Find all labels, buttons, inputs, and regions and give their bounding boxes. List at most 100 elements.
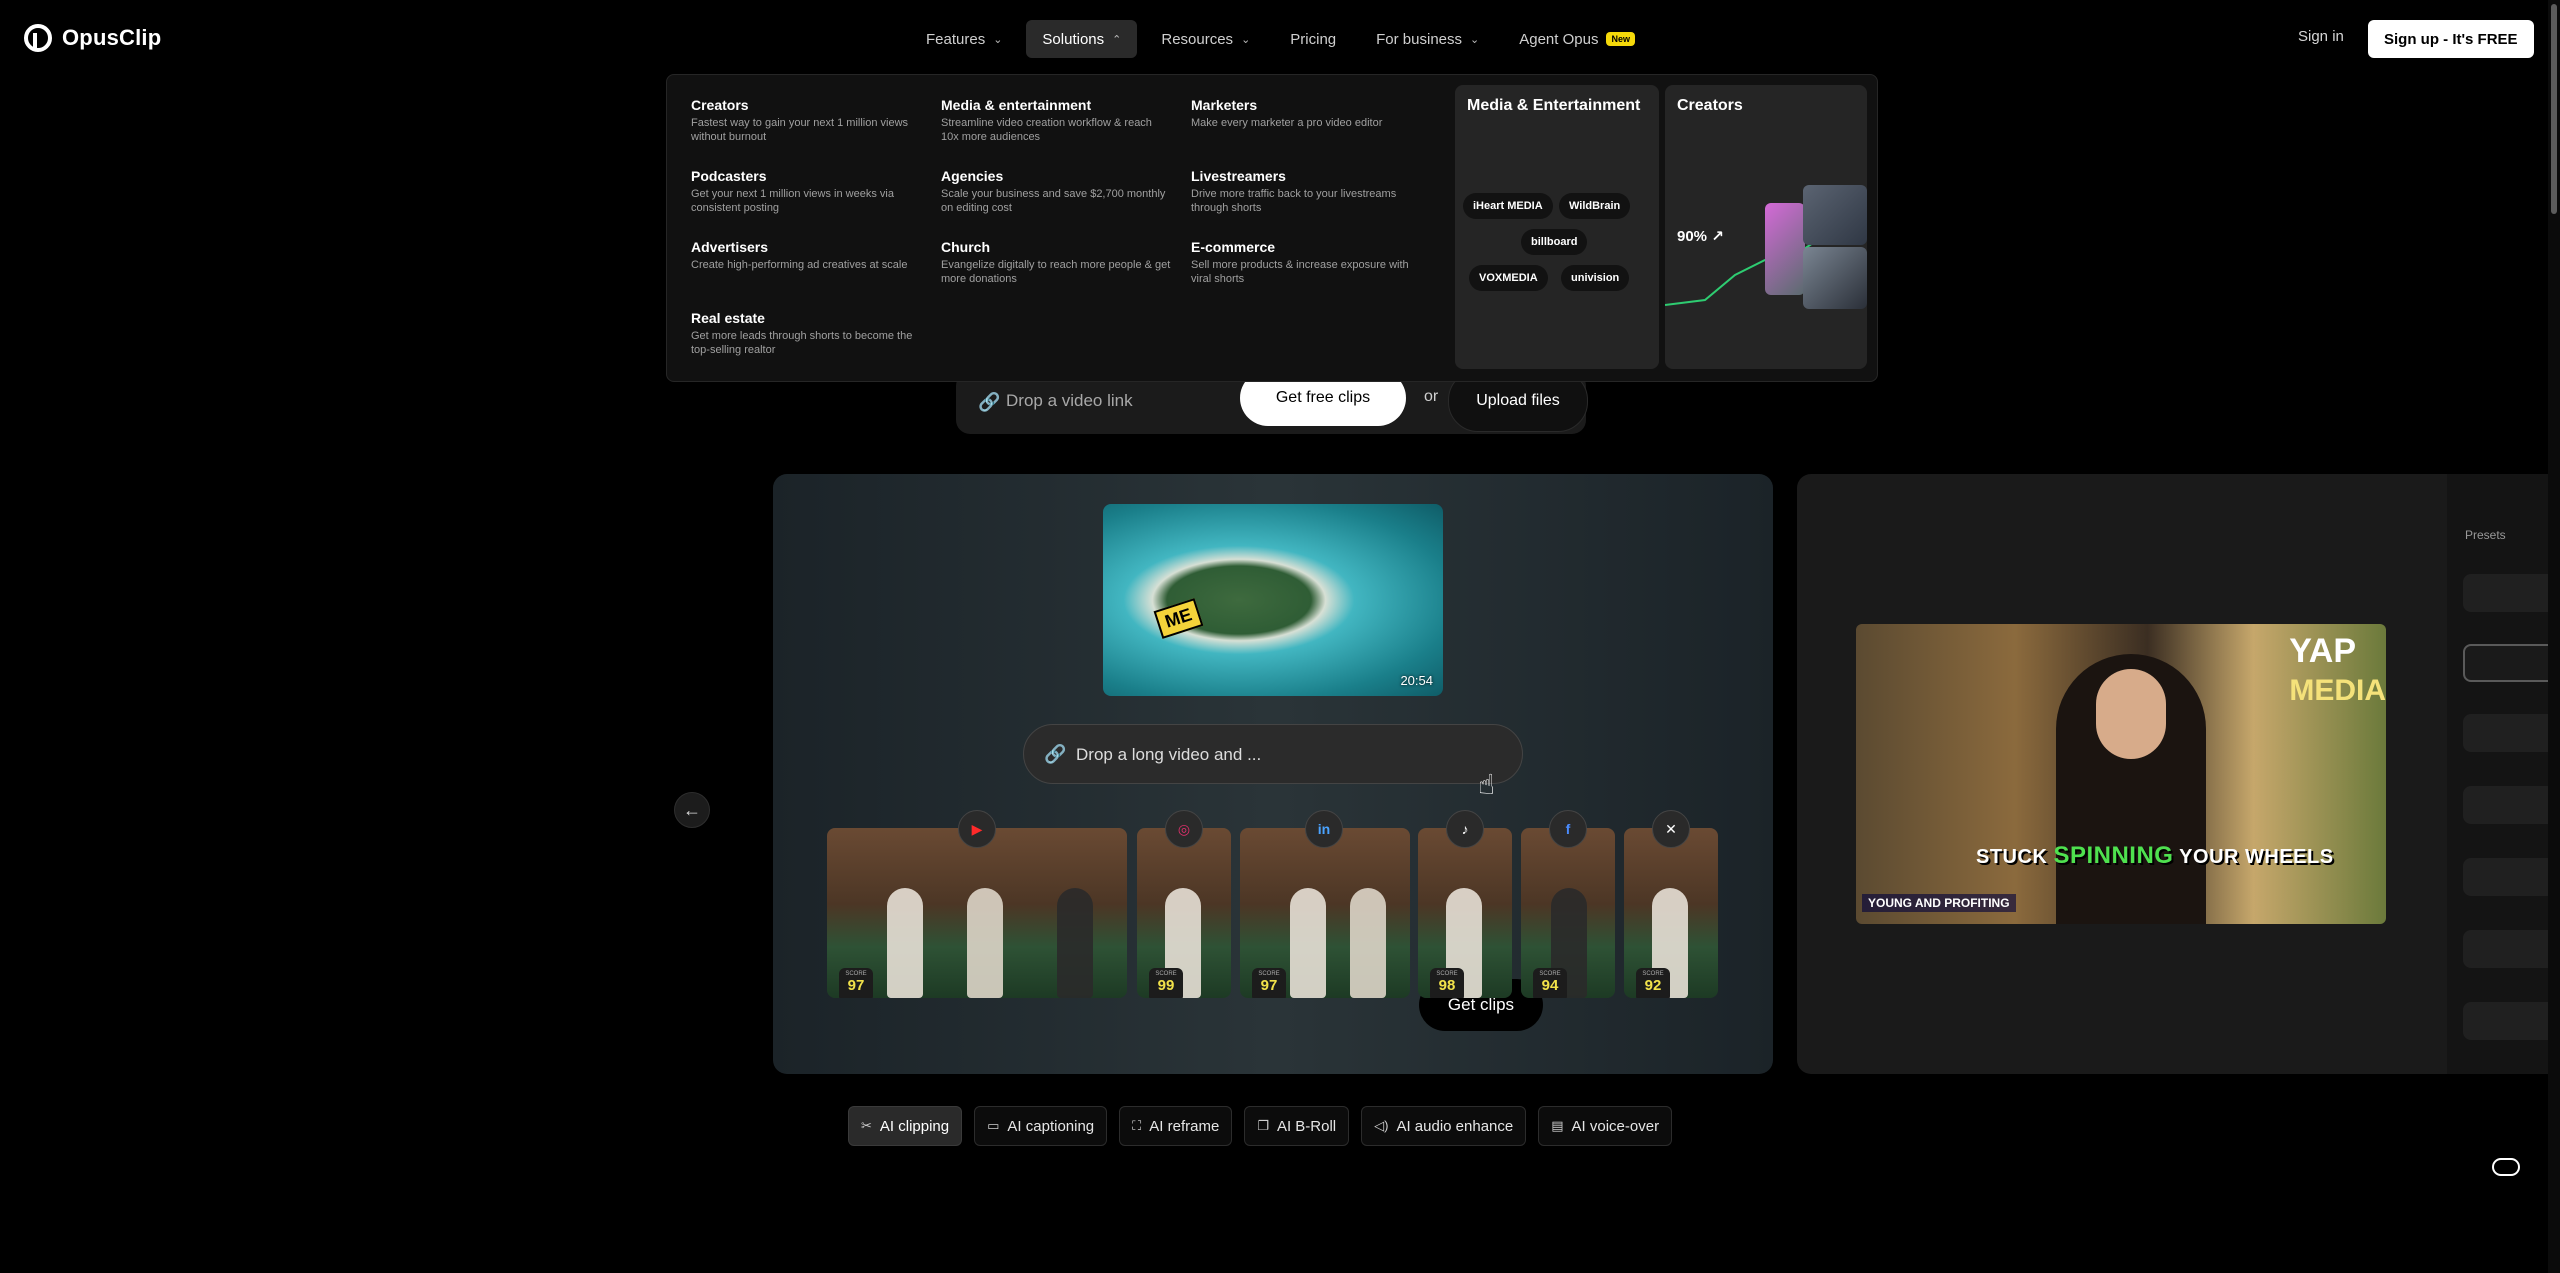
menu-item-podcasters[interactable]: Podcasters Get your next 1 million views… bbox=[691, 168, 941, 239]
nav-pricing-label: Pricing bbox=[1290, 30, 1337, 48]
arrow-left-icon: ← bbox=[683, 799, 701, 820]
creator-photo bbox=[1765, 203, 1805, 295]
nav-for-business[interactable]: For business ⌄ bbox=[1360, 20, 1495, 58]
solutions-dropdown: Creators Fastest way to gain your next 1… bbox=[666, 74, 1878, 382]
video-caption: STUCK SPINNING YOUR WHEELS bbox=[1976, 842, 2334, 870]
menu-item-desc: Fastest way to gain your next 1 million … bbox=[691, 117, 909, 143]
or-separator: or bbox=[1424, 388, 1439, 405]
menu-item-livestreamers[interactable]: Livestreamers Drive more traffic back to… bbox=[1191, 168, 1441, 239]
presets-label: Presets bbox=[2465, 528, 2506, 542]
chat-support-icon[interactable] bbox=[2492, 1158, 2520, 1176]
opusclip-logo[interactable]: OpusClip bbox=[24, 24, 161, 52]
site-header: OpusClip Features ⌄ Solutions ⌃ Resource… bbox=[0, 0, 2560, 76]
score-value: 99 bbox=[1157, 977, 1175, 994]
preset-option[interactable] bbox=[2463, 1002, 2560, 1040]
sign-in-link[interactable]: Sign in bbox=[2298, 28, 2344, 45]
tab-label: AI clipping bbox=[879, 1117, 950, 1135]
menu-item-title: Advertisers bbox=[691, 239, 769, 255]
menu-item-marketers[interactable]: Marketers Make every marketer a pro vide… bbox=[1191, 97, 1441, 168]
opusclip-logo-icon bbox=[24, 24, 52, 52]
chevron-down-icon: ⌄ bbox=[1470, 33, 1480, 46]
menu-item-title: Church bbox=[941, 239, 990, 255]
menu-item-title: E-commerce bbox=[1191, 239, 1276, 255]
preset-option[interactable] bbox=[2463, 930, 2560, 968]
clip-person bbox=[1350, 888, 1386, 998]
clip-card[interactable]: SCORE 98 bbox=[1418, 828, 1512, 998]
facebook-icon: f bbox=[1549, 810, 1587, 848]
score-label: SCORE bbox=[1155, 971, 1177, 977]
score-label: SCORE bbox=[1436, 971, 1458, 977]
menu-item-church[interactable]: Church Evangelize digitally to reach mor… bbox=[941, 239, 1191, 310]
tab-ai-captioning[interactable]: ▭ AI captioning bbox=[974, 1106, 1108, 1146]
menu-item-agencies[interactable]: Agencies Scale your business and save $2… bbox=[941, 168, 1191, 239]
tab-label: AI audio enhance bbox=[1396, 1117, 1514, 1135]
score-value: 92 bbox=[1644, 977, 1662, 994]
preset-option[interactable] bbox=[2463, 574, 2560, 612]
menu-item-title: Real estate bbox=[691, 310, 765, 326]
solutions-menu-grid: Creators Fastest way to gain your next 1… bbox=[691, 97, 1433, 381]
scrollbar-thumb[interactable] bbox=[2551, 4, 2557, 214]
virality-score: SCORE 97 bbox=[1252, 968, 1286, 998]
clip-person bbox=[1057, 888, 1093, 998]
menu-item-media[interactable]: Media & entertainment Streamline video c… bbox=[941, 97, 1191, 168]
tab-label: AI reframe bbox=[1149, 1117, 1220, 1135]
preset-option[interactable] bbox=[2463, 858, 2560, 896]
clip-card[interactable]: SCORE 92 bbox=[1624, 828, 1718, 998]
tab-ai-audio-enhance[interactable]: ◁) AI audio enhance bbox=[1361, 1106, 1527, 1146]
instagram-icon: ◎ bbox=[1165, 810, 1203, 848]
media-entertainment-card[interactable]: Media & Entertainment iHeart MEDIA WildB… bbox=[1455, 85, 1659, 369]
show-name: YOUNG AND PROFITING bbox=[1862, 894, 2016, 912]
voiceover-icon: ▤ bbox=[1551, 1118, 1564, 1133]
menu-item-desc: Get more leads through shorts to become … bbox=[691, 330, 913, 356]
preset-option[interactable] bbox=[2463, 786, 2560, 824]
card-title: Creators bbox=[1677, 97, 1743, 114]
menu-item-advertisers[interactable]: Advertisers Create high-performing ad cr… bbox=[691, 239, 941, 310]
clip-card[interactable]: SCORE 97 bbox=[1240, 828, 1410, 998]
presets-panel: Presets bbox=[2447, 474, 2560, 1074]
menu-item-desc: Sell more products & increase exposure w… bbox=[1191, 259, 1409, 285]
clip-card[interactable]: SCORE 94 bbox=[1521, 828, 1615, 998]
feature-tabs: ✂ AI clipping ▭ AI captioning ⛶ AI refra… bbox=[848, 1106, 1673, 1146]
tab-label: AI voice-over bbox=[1571, 1117, 1660, 1135]
carousel-prev-button[interactable]: ← bbox=[674, 792, 710, 828]
clip-card[interactable]: SCORE 97 bbox=[827, 828, 1127, 998]
menu-item-creators[interactable]: Creators Fastest way to gain your next 1… bbox=[691, 97, 941, 168]
main-nav: Features ⌄ Solutions ⌃ Resources ⌄ Prici… bbox=[910, 20, 1651, 58]
tab-ai-broll[interactable]: ❐ AI B-Roll bbox=[1244, 1106, 1350, 1146]
clip-card[interactable]: SCORE 99 bbox=[1137, 828, 1231, 998]
menu-item-real-estate[interactable]: Real estate Get more leads through short… bbox=[691, 310, 941, 381]
ai-clipping-slide: ME 20:54 🔗 Drop a long video and ... Get… bbox=[773, 474, 1773, 1074]
menu-item-title: Creators bbox=[691, 97, 749, 113]
brand-logo-univision: univision bbox=[1561, 265, 1630, 291]
tab-ai-reframe[interactable]: ⛶ AI reframe bbox=[1119, 1106, 1233, 1146]
tab-ai-clipping[interactable]: ✂ AI clipping bbox=[848, 1106, 963, 1146]
sign-up-button[interactable]: Sign up - It's FREE bbox=[2368, 20, 2534, 58]
brand-logo-iheart: iHeart MEDIA bbox=[1463, 193, 1553, 219]
chevron-up-icon: ⌃ bbox=[1112, 33, 1122, 46]
reframe-icon: ⛶ bbox=[1132, 1118, 1142, 1133]
tab-label: AI B-Roll bbox=[1276, 1117, 1337, 1135]
nav-solutions-label: Solutions bbox=[1042, 30, 1105, 48]
virality-score: SCORE 92 bbox=[1636, 968, 1670, 998]
brand-logo-wildbrain: WildBrain bbox=[1559, 193, 1631, 219]
creators-card[interactable]: Creators 90% ↗ bbox=[1665, 85, 1867, 369]
menu-item-title: Media & entertainment bbox=[941, 97, 1092, 113]
preset-option[interactable] bbox=[2463, 714, 2560, 752]
nav-pricing[interactable]: Pricing bbox=[1274, 20, 1352, 58]
tiktok-icon: ♪ bbox=[1446, 810, 1484, 848]
score-label: SCORE bbox=[1642, 971, 1664, 977]
menu-item-ecommerce[interactable]: E-commerce Sell more products & increase… bbox=[1191, 239, 1441, 310]
nav-solutions[interactable]: Solutions ⌃ bbox=[1026, 20, 1138, 58]
preset-option[interactable] bbox=[2463, 644, 2560, 682]
tab-ai-voice-over[interactable]: ▤ AI voice-over bbox=[1538, 1106, 1673, 1146]
nav-agent-opus[interactable]: Agent Opus New bbox=[1503, 20, 1651, 58]
ai-captioning-slide: YAP MEDIA STUCK SPINNING YOUR WHEELS YOU… bbox=[1797, 474, 2560, 1074]
nav-resources[interactable]: Resources ⌄ bbox=[1145, 20, 1266, 58]
chevron-down-icon: ⌄ bbox=[993, 33, 1003, 46]
brand-logo-voxmedia: VOXMEDIA bbox=[1469, 265, 1548, 291]
caption-icon: ▭ bbox=[987, 1118, 1000, 1133]
long-video-input[interactable]: 🔗 Drop a long video and ... Get clips bbox=[1023, 724, 1543, 1031]
speaker-face bbox=[2096, 669, 2166, 759]
menu-item-desc: Create high-performing ad creatives at s… bbox=[691, 259, 908, 271]
nav-features[interactable]: Features ⌄ bbox=[910, 20, 1018, 58]
